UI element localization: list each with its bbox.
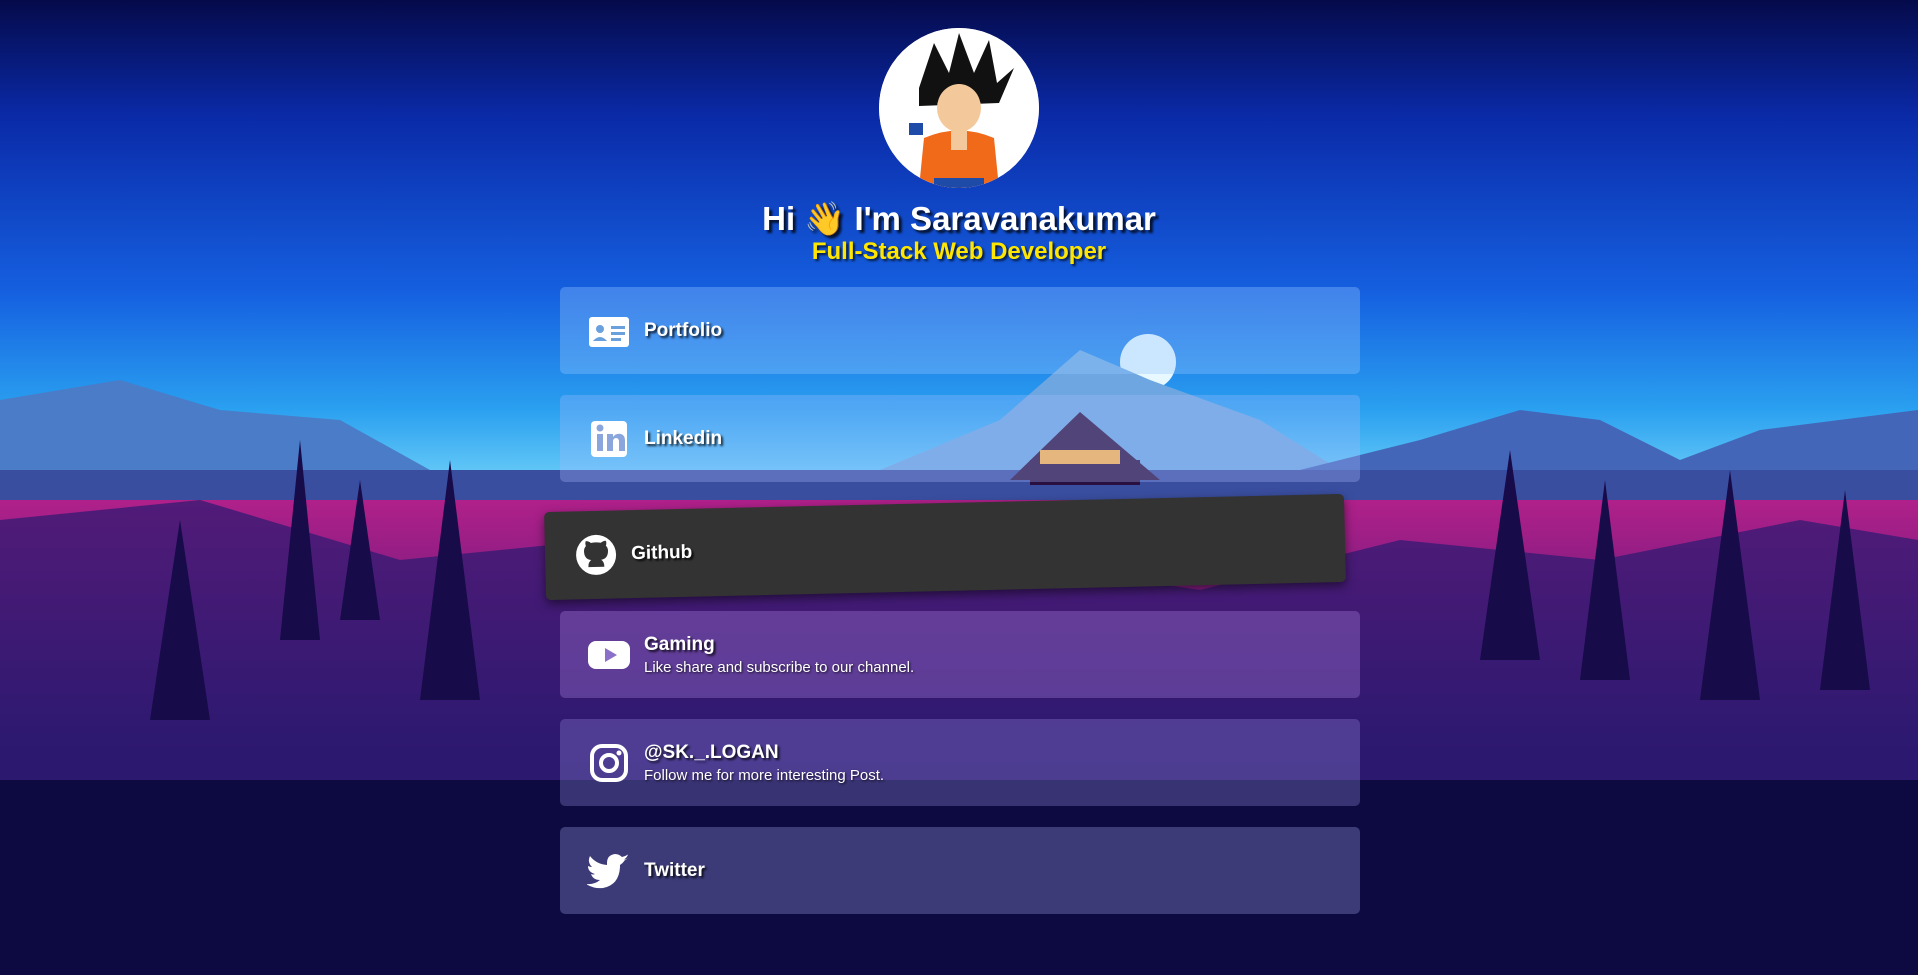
twitter-icon bbox=[586, 848, 632, 894]
github-icon bbox=[573, 531, 620, 578]
instagram-link[interactable]: @SK._.LOGAN Follow me for more interesti… bbox=[560, 719, 1360, 806]
linkedin-icon bbox=[586, 416, 632, 462]
link-label: Github bbox=[630, 541, 693, 565]
page-title: Hi 👋 I'm Saravanakumar bbox=[762, 200, 1156, 237]
portfolio-link[interactable]: Portfolio bbox=[560, 287, 1360, 374]
youtube-gaming-link[interactable]: Gaming Like share and subscribe to our c… bbox=[560, 611, 1360, 698]
link-label: Linkedin bbox=[644, 427, 723, 449]
goku-avatar-icon bbox=[879, 28, 1039, 188]
youtube-icon bbox=[586, 632, 632, 678]
id-card-icon bbox=[586, 308, 632, 354]
avatar bbox=[879, 28, 1039, 188]
github-link[interactable]: Github bbox=[544, 493, 1346, 601]
link-label: Twitter bbox=[644, 859, 705, 881]
twitter-link[interactable]: Twitter bbox=[560, 827, 1360, 914]
subtitle-role: Full-Stack Web Developer bbox=[811, 238, 1107, 265]
link-description: Follow me for more interesting Post. bbox=[644, 766, 885, 784]
linkedin-link[interactable]: Linkedin bbox=[560, 395, 1360, 482]
link-label: @SK._.LOGAN bbox=[644, 741, 779, 763]
link-label: Gaming bbox=[644, 633, 715, 655]
instagram-icon bbox=[586, 740, 632, 786]
link-description: Like share and subscribe to our channel. bbox=[644, 658, 915, 676]
link-label: Portfolio bbox=[644, 319, 723, 341]
